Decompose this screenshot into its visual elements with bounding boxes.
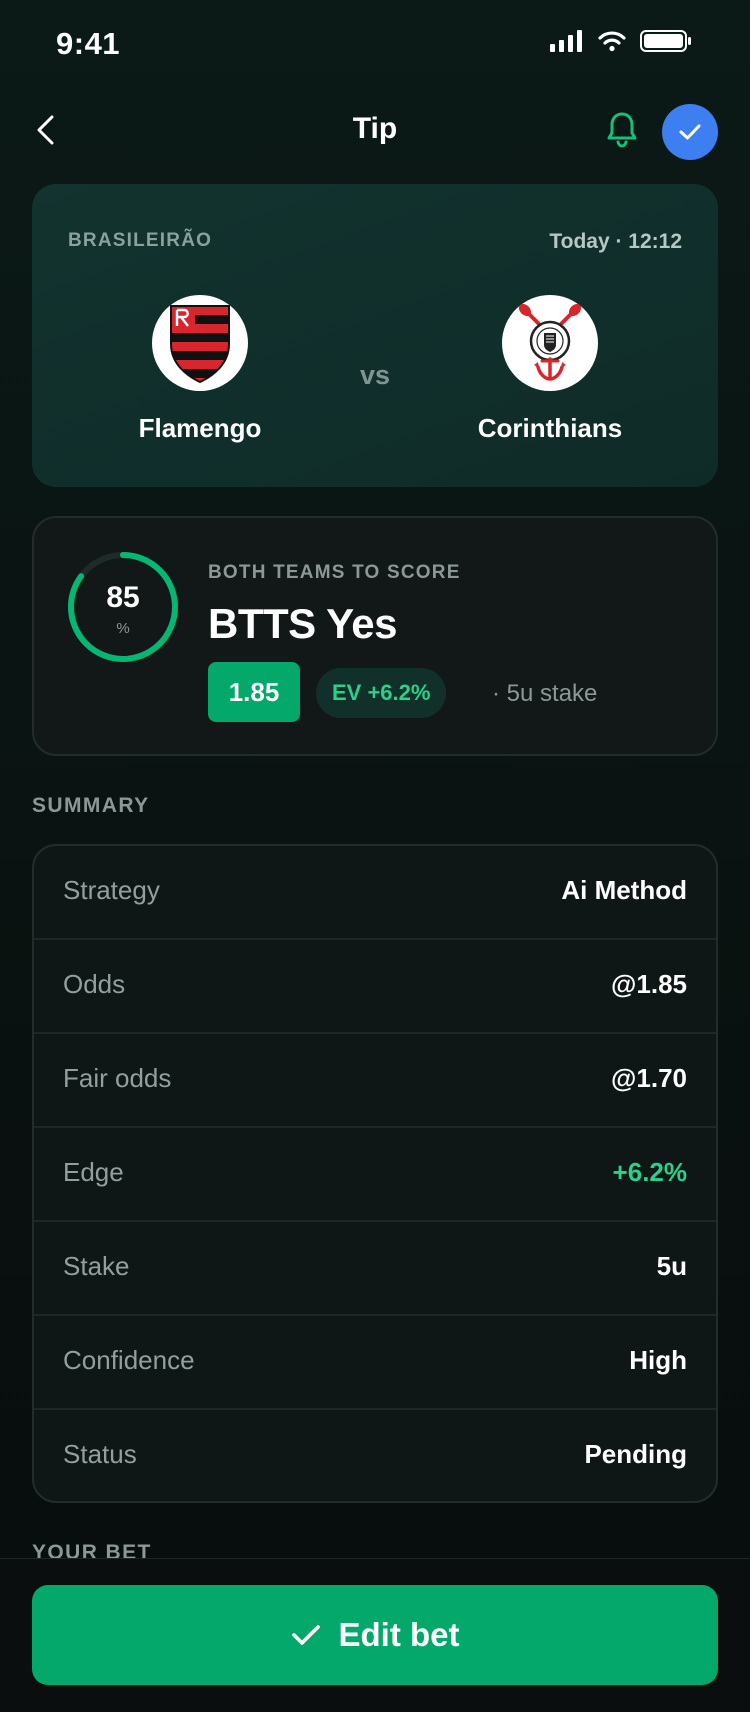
confidence-value: 85 (106, 581, 140, 614)
corinthians-crest (502, 295, 598, 391)
row-value: @1.85 (611, 969, 687, 999)
row-label: Edge (63, 1157, 124, 1187)
summary-row-edge: Edge +6.2% (34, 1128, 716, 1222)
signal-icon (550, 30, 582, 52)
row-label: Confidence (63, 1345, 195, 1375)
confirm-button[interactable] (662, 104, 718, 160)
nav-bar: Tip (0, 92, 750, 172)
battery-icon (640, 30, 691, 52)
check-icon (291, 1625, 320, 1645)
row-value: +6.2% (612, 1157, 687, 1187)
status-icons (550, 30, 692, 52)
row-label: Status (63, 1439, 137, 1469)
home-team-name: Flamengo (138, 413, 262, 443)
ev-badge: EV +6.2% (316, 668, 447, 718)
summary-table: Strategy Ai Method Odds @1.85 Fair odds … (32, 844, 718, 1503)
summary-row-fair-odds: Fair odds @1.70 (34, 1034, 716, 1128)
odds-badge: 1.85 (208, 662, 300, 722)
check-icon (679, 124, 701, 140)
summary-row-confidence: Confidence High (34, 1316, 716, 1410)
kickoff-time: Today · 12:12 (549, 230, 682, 253)
summary-row-stake: Stake 5u (34, 1222, 716, 1316)
summary-row-strategy: Strategy Ai Method (34, 846, 716, 940)
row-label: Stake (63, 1251, 130, 1281)
row-value: 5u (656, 1251, 687, 1281)
summary-row-odds: Odds @1.85 (34, 940, 716, 1034)
stake-text: · 5u stake (492, 680, 598, 707)
row-value: @1.70 (611, 1063, 687, 1093)
row-label: Odds (63, 969, 126, 999)
confidence-unit: % (116, 620, 130, 637)
footer-bar: Edit bet (0, 1558, 750, 1712)
confidence-gauge: 85 % (66, 550, 180, 664)
row-label: Fair odds (63, 1063, 172, 1093)
league-name: BRASILEIRÃO (68, 230, 213, 251)
row-value: Ai Method (561, 875, 687, 905)
row-value: Pending (584, 1439, 687, 1469)
tip-card: 85 % BOTH TEAMS TO SCORE BTTS Yes 1.85 E… (32, 516, 718, 756)
summary-row-status: Status Pending (34, 1410, 716, 1501)
summary-title: SUMMARY (32, 794, 150, 817)
edit-bet-button[interactable]: Edit bet (32, 1585, 718, 1685)
market-label: BOTH TEAMS TO SCORE (208, 562, 461, 583)
notifications-button[interactable] (598, 106, 646, 154)
selection-title: BTTS Yes (208, 600, 397, 647)
row-value: High (629, 1345, 687, 1375)
away-team-name: Corinthians (477, 413, 623, 443)
edit-bet-label: Edit bet (338, 1616, 460, 1653)
status-time: 9:41 (56, 26, 121, 61)
wifi-icon (598, 31, 626, 52)
away-team: Corinthians (450, 295, 650, 444)
match-card: BRASILEIRÃO Today · 12:12 Flamengo vs Co… (32, 184, 718, 487)
corinthians-crest-icon (518, 303, 582, 381)
status-bar: 9:41 (0, 0, 750, 88)
row-label: Strategy (63, 875, 160, 905)
bell-icon (607, 112, 637, 148)
